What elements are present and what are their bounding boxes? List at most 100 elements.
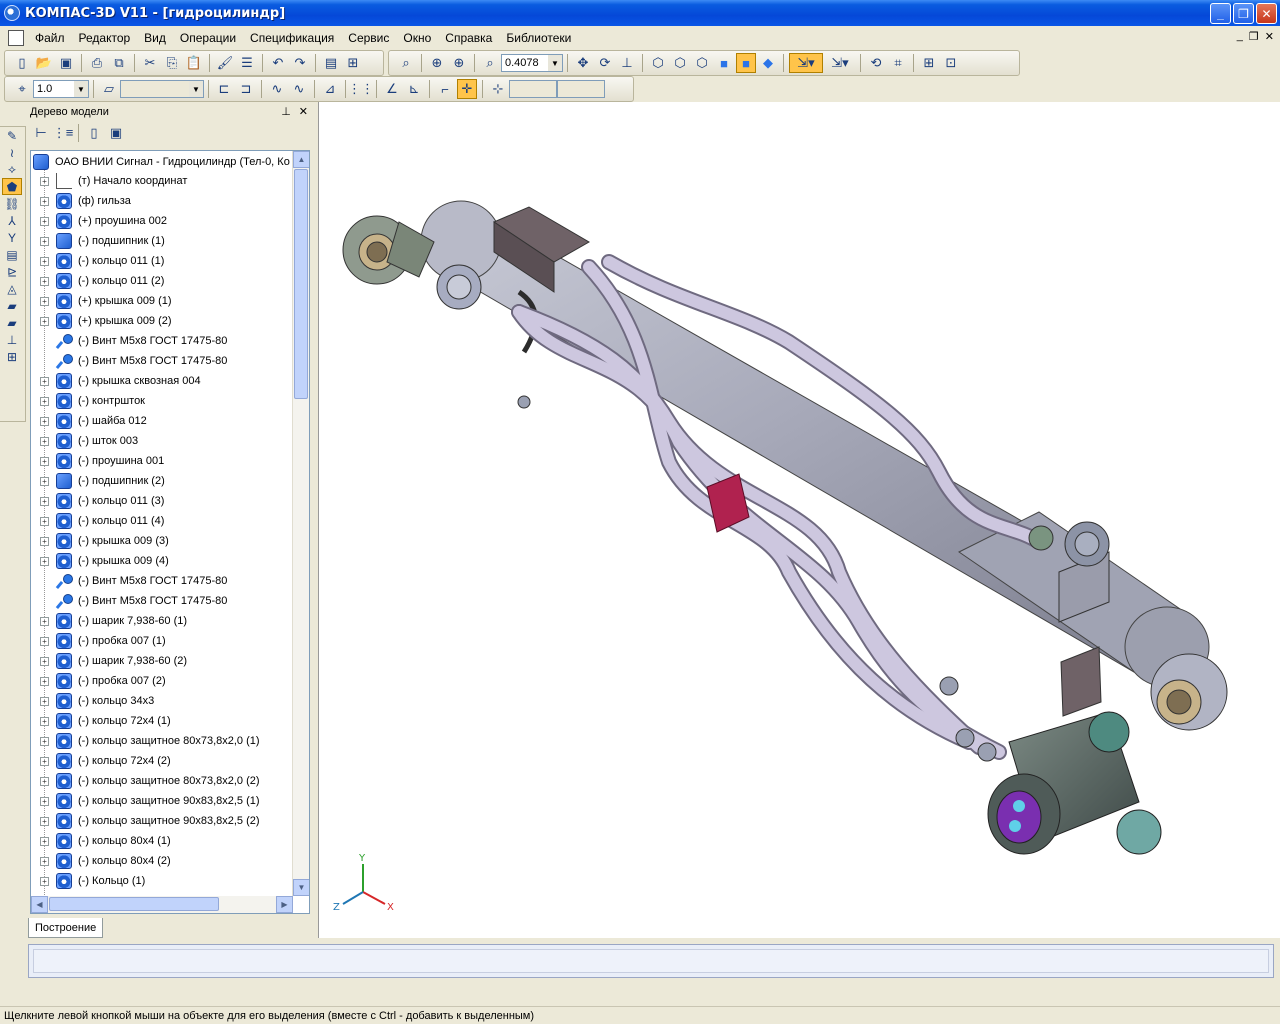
cs-edit-icon[interactable]: ⊐ [236,79,256,99]
tree-root[interactable]: ОАО ВНИИ Сигнал - Гидроцилиндр (Тел-0, К… [33,153,290,171]
expand-icon[interactable]: + [40,396,49,406]
layer-combo[interactable]: ▼ [120,80,204,98]
step-cursor-icon[interactable]: ⌖ [12,79,32,99]
expand-icon[interactable]: + [40,836,49,846]
scroll-down-icon[interactable]: ▼ [293,879,309,896]
expand-icon[interactable]: + [40,556,49,566]
menu-service[interactable]: Сервис [341,31,396,45]
new-document-icon[interactable]: ▯ [12,53,32,73]
expand-icon[interactable]: + [40,216,49,226]
save-icon[interactable]: ▣ [56,53,76,73]
zoom-scale-icon[interactable]: ⌕ [480,53,500,73]
paste-icon[interactable]: 📋 [184,53,204,73]
filter-icon[interactable]: ⇲▾ [789,53,823,73]
expand-icon[interactable]: + [40,296,49,306]
chevron-down-icon[interactable]: ▼ [548,55,562,71]
expand-icon[interactable]: + [40,636,49,646]
print-preview-icon[interactable]: ⎙ [87,53,107,73]
axis-icon[interactable]: ⊾ [404,79,424,99]
expand-icon[interactable]: + [40,516,49,526]
spec-icon[interactable]: ▤ [2,246,22,263]
arrays-icon[interactable]: ▰ [2,297,22,314]
expand-icon[interactable]: + [40,776,49,786]
spatial-curves-icon[interactable]: ⟡ [2,161,22,178]
tree-item[interactable]: (-) Винт М5х8 ГОСТ 17475-80 [31,591,291,611]
open-folder-icon[interactable]: 📂 [34,53,54,73]
tree-item[interactable]: + (-) кольцо защитное 90х83,8х2,5 (1) [31,791,291,811]
tree-item[interactable]: + (-) контршток [31,391,291,411]
menu-operations[interactable]: Операции [173,31,243,45]
properties-icon[interactable]: ☰ [237,53,257,73]
chevron-down-icon[interactable]: ▼ [74,81,88,97]
dimensions-icon[interactable]: ⅄ [2,212,22,229]
app-icon[interactable] [4,5,20,21]
undo-icon[interactable]: ↶ [268,53,288,73]
tree-item[interactable]: + (-) шарик 7,938-60 (2) [31,651,291,671]
zoom-all-icon[interactable]: ⊕ [427,53,447,73]
report-icon[interactable]: ⊞ [919,53,939,73]
panel-close-icon[interactable]: ✕ [299,105,308,118]
library-icon[interactable]: ⊞ [343,53,363,73]
tree-item[interactable]: + (-) крышка 009 (4) [31,551,291,571]
tree-item[interactable]: + (-) крышка 009 (3) [31,531,291,551]
tree-item[interactable]: + (-) кольцо 72х4 (2) [31,751,291,771]
close-button[interactable]: ✕ [1256,3,1277,24]
tree-item[interactable]: + (-) шток 003 [31,431,291,451]
cut-icon[interactable]: ✂ [140,53,160,73]
measure-icon[interactable]: ⌗ [888,53,908,73]
tree-item[interactable]: (-) Винт М5х8 ГОСТ 17475-80 [31,331,291,351]
chevron-down-icon[interactable]: ▼ [189,81,203,97]
expand-icon[interactable]: + [40,436,49,446]
expand-icon[interactable]: + [40,316,49,326]
expand-icon[interactable]: + [40,796,49,806]
zoom-combo[interactable]: 0.4078 ▼ [501,54,563,72]
expand-icon[interactable]: + [40,716,49,726]
expand-icon[interactable]: + [40,816,49,826]
tree-item[interactable]: + (-) подшипник (2) [31,471,291,491]
tree-item[interactable]: + (-) Кольцо (1) [31,871,291,891]
mdi-minimize-icon[interactable]: _ [1237,30,1243,43]
tree-item[interactable]: + (-) кольцо защитное 80х73,8х2,0 (2) [31,771,291,791]
expand-icon[interactable]: + [40,616,49,626]
expand-icon[interactable]: + [40,876,49,886]
format-brush-icon[interactable]: 🖌 [215,53,235,73]
assembly-icon[interactable]: ⬟ [2,178,22,195]
tree-structure-icon[interactable]: ⋮≡ [53,123,74,143]
tree-item[interactable]: (-) Винт М5х8 ГОСТ 17475-80 [31,351,291,371]
select-filter-icon[interactable]: ⇲▾ [825,53,855,73]
tab-construction[interactable]: Построение [28,918,104,938]
part-library-icon[interactable]: ⊞ [2,348,22,365]
expand-icon[interactable]: + [40,256,49,266]
tree-item[interactable]: + (-) крышка сквозная 004 [31,371,291,391]
tree-item[interactable]: + (-) пробка 007 (1) [31,631,291,651]
halftone-edges-icon[interactable]: ■ [736,53,756,73]
expand-icon[interactable]: + [40,456,49,466]
expand-icon[interactable]: + [40,476,49,486]
mdi-close-icon[interactable]: ✕ [1265,30,1274,43]
filter-panel-icon[interactable]: Y [2,229,22,246]
tree-item[interactable]: + (-) кольцо 34х3 [31,691,291,711]
tree-item[interactable]: + (-) кольцо 011 (2) [31,271,291,291]
expand-icon[interactable]: + [40,376,49,386]
grid-icon[interactable]: ⋮⋮ [348,79,374,99]
expand-icon[interactable]: + [40,196,49,206]
expand-icon[interactable]: + [40,496,49,506]
tree-item[interactable]: + (ф) гильза [31,191,291,211]
coordinates-icon[interactable]: ⊹ [488,79,508,99]
tree-item[interactable]: + (-) кольцо 80х4 (1) [31,831,291,851]
tree-vertical-scrollbar[interactable]: ▲ ▼ [292,151,309,896]
scroll-right-icon[interactable]: ▶ [276,896,293,913]
expand-icon[interactable]: + [40,416,49,426]
mates-icon[interactable]: ⛓ [2,195,22,212]
tree-item[interactable]: + (-) шарик 7,938-60 (1) [31,611,291,631]
expand-icon[interactable]: + [40,656,49,666]
expand-icon[interactable]: + [40,176,49,186]
halftone-icon[interactable]: ■ [714,53,734,73]
expand-icon[interactable]: + [40,736,49,746]
layer-icon[interactable]: ▱ [99,79,119,99]
expand-icon[interactable]: + [40,696,49,706]
curves-icon[interactable]: ≀ [2,144,22,161]
tree-item[interactable]: + (-) подшипник (1) [31,231,291,251]
expand-icon[interactable]: + [40,536,49,546]
local-cs-icon[interactable]: ⊏ [214,79,234,99]
